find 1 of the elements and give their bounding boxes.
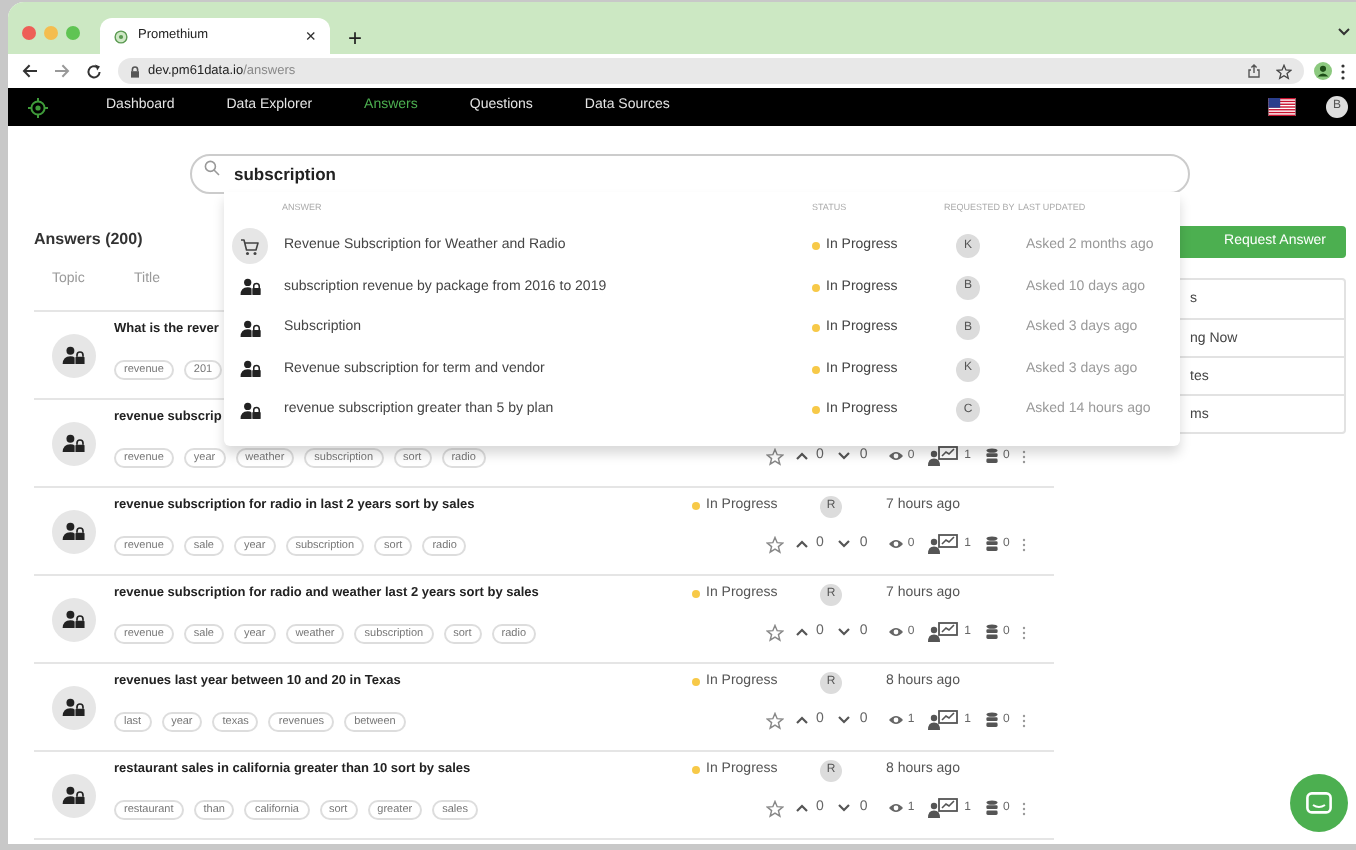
list-heading: Answers (200) [34, 228, 143, 252]
